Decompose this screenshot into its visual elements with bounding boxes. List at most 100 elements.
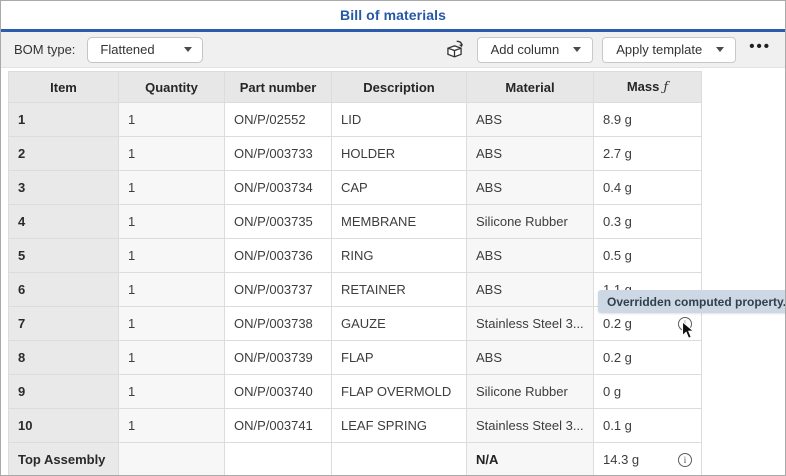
cell-description[interactable]: FLAP OVERMOLD <box>332 375 467 409</box>
bom-box-icon-button[interactable] <box>444 39 466 61</box>
cell-item[interactable]: Top Assembly <box>9 443 119 476</box>
cell-mass[interactable]: 0.3 g <box>594 205 702 239</box>
cell-mass[interactable]: 0.5 g <box>594 239 702 273</box>
table-row[interactable]: 1 1 ON/P/02552 LID ABS 8.9 g <box>9 103 702 137</box>
overridden-property-tooltip: Overridden computed property. <box>598 290 786 313</box>
cell-description[interactable]: FLAP <box>332 341 467 375</box>
cell-description[interactable] <box>332 443 467 476</box>
bom-type-selected-value: Flattened <box>100 42 154 57</box>
cell-part-number[interactable]: ON/P/003736 <box>225 239 332 273</box>
cell-description[interactable]: CAP <box>332 171 467 205</box>
cell-material[interactable]: ABS <box>467 137 594 171</box>
cell-quantity[interactable]: 1 <box>119 375 225 409</box>
cell-part-number[interactable]: ON/P/003739 <box>225 341 332 375</box>
info-icon[interactable]: i <box>678 453 692 467</box>
cell-description[interactable]: MEMBRANE <box>332 205 467 239</box>
panel-titlebar: Bill of materials <box>1 1 785 29</box>
cell-description[interactable]: HOLDER <box>332 137 467 171</box>
cell-part-number[interactable]: ON/P/02552 <box>225 103 332 137</box>
cell-mass-total[interactable]: 14.3 g i <box>594 443 702 476</box>
table-row[interactable]: 9 1 ON/P/003740 FLAP OVERMOLD Silicone R… <box>9 375 702 409</box>
cell-part-number[interactable]: ON/P/003741 <box>225 409 332 443</box>
cell-item[interactable]: 6 <box>9 273 119 307</box>
cell-quantity[interactable]: 1 <box>119 171 225 205</box>
cell-item[interactable]: 8 <box>9 341 119 375</box>
table-row[interactable]: 5 1 ON/P/003736 RING ABS 0.5 g <box>9 239 702 273</box>
bom-panel: Bill of materials BOM type: Flattened Ad… <box>0 0 786 476</box>
cell-description[interactable]: GAUZE <box>332 307 467 341</box>
table-row[interactable]: 2 1 ON/P/003733 HOLDER ABS 2.7 g <box>9 137 702 171</box>
cell-mass[interactable]: 0 g <box>594 375 702 409</box>
cell-mass[interactable]: 2.7 g <box>594 137 702 171</box>
cell-item[interactable]: 2 <box>9 137 119 171</box>
apply-template-button[interactable]: Apply template <box>602 37 736 63</box>
cell-description[interactable]: LEAF SPRING <box>332 409 467 443</box>
cell-description[interactable]: LID <box>332 103 467 137</box>
cell-item[interactable]: 1 <box>9 103 119 137</box>
cell-part-number[interactable]: ON/P/003734 <box>225 171 332 205</box>
cell-item[interactable]: 10 <box>9 409 119 443</box>
cell-mass[interactable]: 0.4 g <box>594 171 702 205</box>
cell-material-total[interactable]: N/A <box>467 443 594 476</box>
chevron-down-icon <box>716 47 724 52</box>
cell-item[interactable]: 4 <box>9 205 119 239</box>
cell-quantity[interactable]: 1 <box>119 239 225 273</box>
cell-part-number[interactable]: ON/P/003733 <box>225 137 332 171</box>
chevron-down-icon <box>184 47 192 52</box>
bom-box-icon <box>444 39 465 60</box>
info-icon[interactable]: i <box>678 317 692 331</box>
cell-quantity[interactable]: 1 <box>119 307 225 341</box>
cell-material[interactable]: ABS <box>467 273 594 307</box>
column-header-item[interactable]: Item <box>9 72 119 103</box>
overflow-menu-button[interactable]: ••• <box>745 38 775 61</box>
cell-item[interactable]: 3 <box>9 171 119 205</box>
cell-part-number[interactable]: ON/P/003740 <box>225 375 332 409</box>
cell-mass[interactable]: 0.1 g <box>594 409 702 443</box>
table-header-row: Item Quantity Part number Description Ma… <box>9 72 702 103</box>
add-column-button[interactable]: Add column <box>477 37 594 63</box>
bom-type-select[interactable]: Flattened <box>87 37 203 63</box>
cell-item[interactable]: 9 <box>9 375 119 409</box>
apply-template-label: Apply template <box>616 42 702 57</box>
cell-material[interactable]: ABS <box>467 341 594 375</box>
cell-item[interactable]: 7 <box>9 307 119 341</box>
cell-material[interactable]: Silicone Rubber <box>467 375 594 409</box>
mass-total-value: 14.3 g <box>603 452 639 467</box>
table-row[interactable]: 8 1 ON/P/003739 FLAP ABS 0.2 g <box>9 341 702 375</box>
cell-material[interactable]: Stainless Steel 3... <box>467 409 594 443</box>
cell-material[interactable]: ABS <box>467 103 594 137</box>
table-row[interactable]: 10 1 ON/P/003741 LEAF SPRING Stainless S… <box>9 409 702 443</box>
cell-quantity[interactable] <box>119 443 225 476</box>
cell-mass[interactable]: 8.9 g <box>594 103 702 137</box>
mass-overridden-value: 0.2 g <box>603 316 632 331</box>
chevron-down-icon <box>573 47 581 52</box>
column-header-material[interactable]: Material <box>467 72 594 103</box>
table-row-top-assembly[interactable]: Top Assembly N/A 14.3 g i <box>9 443 702 476</box>
cell-material[interactable]: ABS <box>467 239 594 273</box>
column-header-part-number[interactable]: Part number <box>225 72 332 103</box>
column-header-quantity[interactable]: Quantity <box>119 72 225 103</box>
cell-material[interactable]: Stainless Steel 3... <box>467 307 594 341</box>
cell-item[interactable]: 5 <box>9 239 119 273</box>
table-row[interactable]: 3 1 ON/P/003734 CAP ABS 0.4 g <box>9 171 702 205</box>
cell-quantity[interactable]: 1 <box>119 205 225 239</box>
table-row[interactable]: 4 1 ON/P/003735 MEMBRANE Silicone Rubber… <box>9 205 702 239</box>
cell-material[interactable]: Silicone Rubber <box>467 205 594 239</box>
column-header-description[interactable]: Description <box>332 72 467 103</box>
cell-part-number[interactable]: ON/P/003735 <box>225 205 332 239</box>
cell-quantity[interactable]: 1 <box>119 409 225 443</box>
cell-part-number[interactable]: ON/P/003738 <box>225 307 332 341</box>
cell-quantity[interactable]: 1 <box>119 273 225 307</box>
cell-quantity[interactable]: 1 <box>119 341 225 375</box>
cell-description[interactable]: RING <box>332 239 467 273</box>
bom-type-label: BOM type: <box>14 42 75 57</box>
cell-material[interactable]: ABS <box>467 171 594 205</box>
cell-part-number[interactable]: ON/P/003737 <box>225 273 332 307</box>
cell-quantity[interactable]: 1 <box>119 137 225 171</box>
column-header-mass[interactable]: Massƒ <box>594 72 702 103</box>
bom-table-container: Item Quantity Part number Description Ma… <box>8 71 702 476</box>
cell-quantity[interactable]: 1 <box>119 103 225 137</box>
cell-description[interactable]: RETAINER <box>332 273 467 307</box>
cell-part-number[interactable] <box>225 443 332 476</box>
cell-mass[interactable]: 0.2 g <box>594 341 702 375</box>
